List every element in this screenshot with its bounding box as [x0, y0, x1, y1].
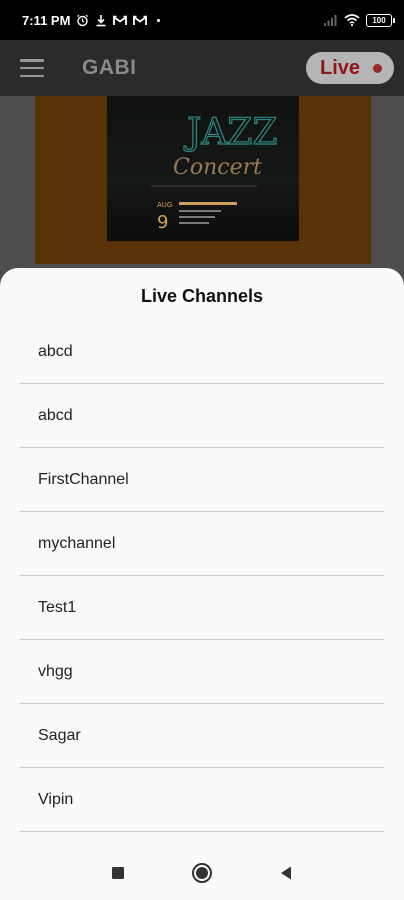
more-notifications-dot	[157, 18, 161, 22]
channel-item[interactable]: abcd	[20, 384, 384, 448]
channel-item[interactable]: Test1	[20, 576, 384, 640]
back-button[interactable]	[244, 846, 328, 900]
alarm-icon	[77, 14, 89, 26]
status-time: 7:11 PM	[22, 12, 71, 28]
channel-item[interactable]: vhgg	[20, 640, 384, 704]
channel-list: abcd abcd FirstChannel mychannel Test1 v…	[0, 320, 404, 832]
channel-item[interactable]: FirstChannel	[20, 448, 384, 512]
recents-button[interactable]	[76, 846, 160, 900]
back-triangle-icon	[281, 866, 291, 880]
poster-month: AUG	[157, 201, 172, 209]
channel-item[interactable]: mychannel	[20, 512, 384, 576]
gmail-icon-2	[133, 14, 148, 25]
live-button-label: Live	[320, 56, 361, 79]
gmail-icon	[113, 14, 128, 25]
download-icon	[96, 14, 106, 26]
circle-icon	[192, 863, 212, 883]
poster-title-jazz: JAZZ	[183, 112, 277, 153]
battery-indicator: 100	[366, 13, 395, 27]
channel-item[interactable]: abcd	[20, 320, 384, 384]
sheet-title: Live Channels	[140, 286, 264, 306]
live-channels-sheet: Live Channels abcd abcd FirstChannel myc…	[0, 268, 404, 900]
channel-item[interactable]: Vipin	[20, 768, 384, 832]
live-indicator-dot	[373, 63, 382, 73]
live-button[interactable]: Live	[306, 52, 394, 84]
home-button[interactable]	[160, 846, 244, 900]
wifi-icon	[344, 14, 360, 26]
status-bar: 7:11 PM 100	[0, 0, 404, 40]
jazz-concert-poster: JAZZ Concert AUG 9	[107, 96, 299, 241]
poster-title-concert: Concert	[173, 155, 262, 180]
system-nav-bar	[0, 846, 404, 900]
poster-artwork: JAZZ Concert AUG 9	[151, 111, 278, 233]
poster-day: 9	[157, 212, 168, 233]
signal-icon	[324, 15, 337, 26]
status-right: 100	[323, 13, 395, 27]
hamburger-menu-icon[interactable]	[20, 59, 44, 77]
channel-item[interactable]: Sagar	[20, 704, 384, 768]
square-icon	[112, 867, 124, 879]
app-title: GABI	[82, 56, 137, 79]
status-left: 7:11 PM	[22, 13, 323, 28]
app-bar: GABI Live	[0, 40, 404, 96]
